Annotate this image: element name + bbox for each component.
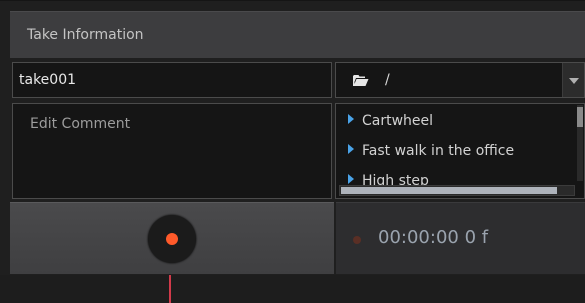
path-value: / [385, 72, 390, 88]
record-icon [166, 233, 178, 245]
horizontal-scrollbar[interactable] [339, 185, 575, 196]
timecode-value: 00:00:00 0 f [378, 227, 489, 248]
timeline-strip[interactable] [0, 275, 585, 303]
panel-title: Take Information [27, 27, 144, 43]
path-dropdown-button[interactable] [562, 63, 584, 97]
playhead-marker[interactable] [169, 275, 171, 303]
timecode-display: 00:00:00 0 f [336, 202, 585, 274]
play-triangle-icon [348, 174, 354, 184]
record-button[interactable] [148, 215, 196, 263]
chevron-down-icon [569, 78, 579, 84]
comment-field[interactable]: Edit Comment [12, 103, 332, 199]
take-name-input[interactable]: take001 [12, 62, 332, 98]
vertical-scrollbar[interactable] [577, 105, 583, 181]
list-item[interactable]: Cartwheel [348, 113, 433, 135]
recording-status-icon [353, 236, 361, 244]
list-item-label: Fast walk in the office [362, 143, 515, 159]
record-area [10, 202, 334, 274]
list-item[interactable]: Fast walk in the office [348, 143, 514, 165]
comment-placeholder: Edit Comment [30, 116, 131, 132]
play-triangle-icon [348, 144, 354, 154]
scrollbar-thumb[interactable] [577, 107, 583, 127]
take-name-value: take001 [19, 72, 77, 88]
motion-list[interactable]: Cartwheel Fast walk in the office High s… [335, 103, 585, 199]
take-information-panel: Take Information take001 / Edit Comment … [0, 0, 585, 303]
panel-header: Take Information [10, 11, 585, 58]
path-selector[interactable]: / [335, 62, 585, 98]
folder-open-icon [353, 75, 369, 86]
scrollbar-thumb[interactable] [341, 187, 557, 194]
play-triangle-icon [348, 114, 354, 124]
list-item-label: Cartwheel [362, 113, 434, 129]
